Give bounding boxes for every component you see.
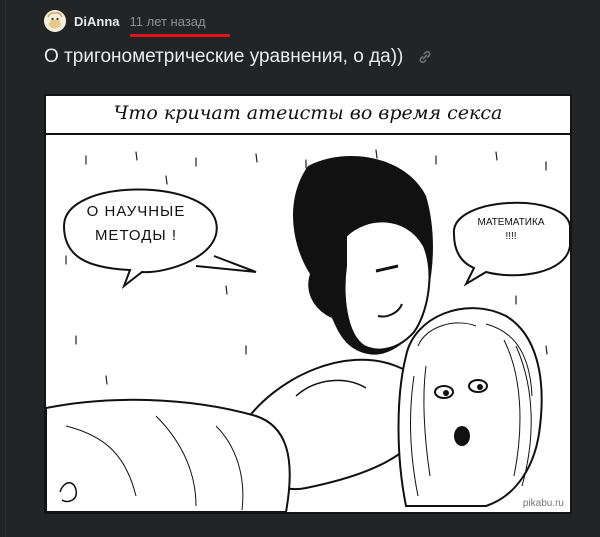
time-highlight-underline <box>130 34 230 37</box>
comic-heading: Что кричат атеисты во время секса <box>113 102 503 124</box>
avatar[interactable] <box>44 10 66 32</box>
bubble-left-line2: МЕТОДЫ ! <box>94 227 178 244</box>
link-icon[interactable] <box>417 49 433 65</box>
speech-bubble-left: О НАУЧНЫЕ МЕТОДЫ ! <box>70 200 202 248</box>
post-title-row: О тригонометрические уравнения, о да)) <box>44 46 433 68</box>
post-header: DiAnna 11 лет назад <box>44 10 206 32</box>
bubble-right-line1: МАТЕМАТИКА <box>477 217 545 228</box>
bubble-left-line1: О НАУЧНЫЕ <box>86 203 186 220</box>
comic-drawing <box>46 133 570 512</box>
watermark: pikabu.ru <box>522 498 564 509</box>
left-divider <box>5 0 6 537</box>
comic-image[interactable]: Что кричат атеисты во время секса О НАУЧ… <box>44 94 572 514</box>
author-name[interactable]: DiAnna <box>74 14 120 29</box>
post-title[interactable]: О тригонометрические уравнения, о да)) <box>44 46 403 68</box>
speech-bubble-right: МАТЕМАТИКА !!!! <box>456 216 566 244</box>
avatar-icon <box>44 10 66 32</box>
post-time: 11 лет назад <box>129 13 206 29</box>
bubble-right-line2: !!!! <box>505 231 517 242</box>
